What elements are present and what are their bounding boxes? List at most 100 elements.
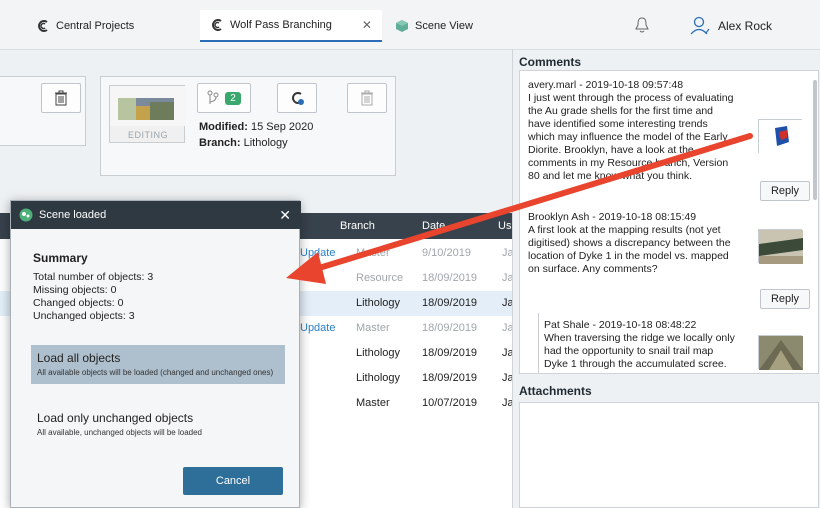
dialog-title-bar: Scene loaded ✕	[11, 201, 301, 229]
cell-branch: Lithology	[356, 372, 401, 384]
stat-missing: Missing objects: 0	[33, 284, 117, 296]
tab-label: Central Projects	[56, 20, 135, 32]
comment-line: on surface. Any comments?	[528, 263, 658, 275]
scene-thumbnail-image	[110, 86, 186, 126]
branch-icon	[207, 90, 219, 104]
scene-loaded-dialog: Scene loaded ✕ Summary Total number of o…	[10, 200, 301, 508]
comment-line: the Au grade shells for the first time a…	[528, 105, 714, 117]
comment-line: Dyke 1 through the accumulated scree.	[544, 358, 727, 370]
tab-central-projects[interactable]: Central Projects	[36, 14, 134, 38]
app-logo-icon	[19, 208, 33, 222]
tab-label: Scene View	[415, 20, 473, 32]
comment-line: location of Dyke 1 in the model vs. mapp…	[528, 250, 729, 262]
cell-date: 10/07/2019	[422, 397, 478, 409]
branches-button[interactable]: 2	[197, 83, 251, 113]
landscape-photo-image	[759, 230, 803, 264]
cell-branch: Lithology	[356, 297, 401, 309]
cell-branch: Lithology	[356, 347, 401, 359]
branch-info: Branch: Lithology	[199, 137, 288, 149]
attachments-heading: Attachments	[519, 384, 592, 398]
thread-divider	[538, 313, 539, 373]
comments-scrollbar[interactable]	[813, 80, 817, 200]
load-all-objects-option[interactable]: Load all objects All available objects w…	[31, 345, 285, 384]
comment-line: digitised) shows a discrepancy between t…	[528, 237, 731, 249]
attachments-list	[519, 402, 819, 508]
comment-header: avery.marl - 2019-10-18 09:57:48	[528, 79, 684, 91]
modified-info: Modified: 15 Sep 2020	[199, 121, 313, 133]
tab-wolf-pass-branching[interactable]: Wolf Pass Branching ✕	[200, 10, 382, 42]
comment-line: had the opportunity to snail trail map	[544, 345, 714, 357]
branch-label: Branch:	[199, 137, 241, 149]
model-preview-image	[759, 120, 803, 154]
publish-icon	[292, 92, 304, 105]
cell-date: 9/10/2019	[422, 247, 471, 259]
comment-attachment-thumbnail[interactable]	[758, 335, 803, 370]
cell-branch: Master	[356, 247, 390, 259]
comment-item: Brooklyn Ash - 2019-10-18 08:15:49 A fir…	[528, 211, 750, 276]
top-tab-bar: Central Projects Wolf Pass Branching ✕ S…	[0, 0, 820, 50]
comment-line: which may influence the model of the Ear…	[528, 131, 728, 143]
comment-line: Diorite. Brooklyn, have a look at the	[528, 144, 694, 156]
update-link[interactable]: Update	[300, 247, 335, 259]
central-logo-icon	[212, 19, 222, 31]
cell-branch: Master	[356, 397, 390, 409]
close-icon[interactable]: ✕	[362, 18, 372, 32]
comment-body: I just went through the process of evalu…	[528, 92, 750, 183]
bell-icon[interactable]	[634, 16, 650, 34]
user-name: Alex Rock	[718, 19, 773, 33]
user-menu[interactable]: Alex Rock	[690, 16, 772, 36]
summary-title: Summary	[33, 251, 88, 265]
close-icon[interactable]: ✕	[279, 207, 291, 224]
comment-attachment-thumbnail[interactable]	[758, 119, 803, 154]
comment-reply-item: Pat Shale - 2019-10-18 08:48:22 When tra…	[544, 319, 754, 371]
column-header-user[interactable]: Us	[498, 220, 511, 232]
delete-button[interactable]	[41, 83, 81, 113]
stat-changed: Changed objects: 0	[33, 297, 124, 309]
right-sidebar: Comments avery.marl - 2019-10-18 09:57:4…	[512, 50, 820, 508]
comment-line: A first look at the mapping results (not…	[528, 224, 721, 236]
cell-date: 18/09/2019	[422, 322, 478, 334]
cube-icon	[396, 20, 408, 32]
cell-branch: Master	[356, 322, 390, 334]
tab-scene-view[interactable]: Scene View	[395, 14, 473, 38]
comment-header: Pat Shale - 2019-10-18 08:48:22	[544, 319, 697, 331]
reply-button[interactable]: Reply	[760, 181, 810, 201]
editing-label: EDITING	[127, 130, 168, 140]
load-unchanged-objects-option[interactable]: Load only unchanged objects All availabl…	[31, 405, 285, 444]
cell-date: 18/09/2019	[422, 372, 478, 384]
delete-button[interactable]	[347, 83, 387, 113]
comments-list: avery.marl - 2019-10-18 09:57:48 I just …	[519, 70, 819, 374]
update-link[interactable]: Update	[300, 322, 335, 334]
comment-line: have identified some interesting trends	[528, 118, 708, 130]
trash-icon	[361, 90, 373, 106]
column-header-branch[interactable]: Branch	[340, 220, 375, 232]
comment-header: Brooklyn Ash - 2019-10-18 08:15:49	[528, 211, 697, 223]
comment-item: avery.marl - 2019-10-18 09:57:48 I just …	[528, 79, 750, 183]
option-title: Load only unchanged objects	[37, 411, 194, 425]
cancel-button[interactable]: Cancel	[183, 467, 283, 495]
branch-count-badge: 2	[225, 91, 241, 105]
central-logo-icon	[38, 20, 48, 32]
modified-label: Modified:	[199, 121, 248, 133]
version-thumbnail: EDITING	[109, 85, 186, 143]
option-title: Load all objects	[37, 351, 121, 365]
scree-photo-image	[759, 336, 803, 370]
column-header-date[interactable]: Date	[422, 220, 445, 232]
cell-date: 18/09/2019	[422, 347, 478, 359]
cell-date: 18/09/2019	[422, 272, 478, 284]
modified-value: 15 Sep 2020	[250, 121, 314, 133]
option-description: All available objects will be loaded (ch…	[37, 368, 274, 377]
comment-line: 80 and let me know what you think.	[528, 170, 693, 182]
comment-attachment-thumbnail[interactable]	[758, 229, 803, 264]
trash-icon	[55, 90, 67, 106]
reply-button[interactable]: Reply	[760, 289, 810, 309]
version-card-previous[interactable]	[0, 76, 86, 146]
stat-total: Total number of objects: 3	[33, 271, 154, 283]
version-card-current[interactable]: EDITING 2 Modified: 15 Sep 2020 Branch: …	[100, 76, 396, 176]
user-icon	[690, 16, 710, 35]
tab-label: Wolf Pass Branching	[230, 19, 332, 31]
comment-line: I just went through the process of evalu…	[528, 92, 734, 104]
dialog-title: Scene loaded	[39, 209, 107, 221]
branch-value: Lithology	[243, 137, 288, 149]
publish-button[interactable]	[277, 83, 317, 113]
